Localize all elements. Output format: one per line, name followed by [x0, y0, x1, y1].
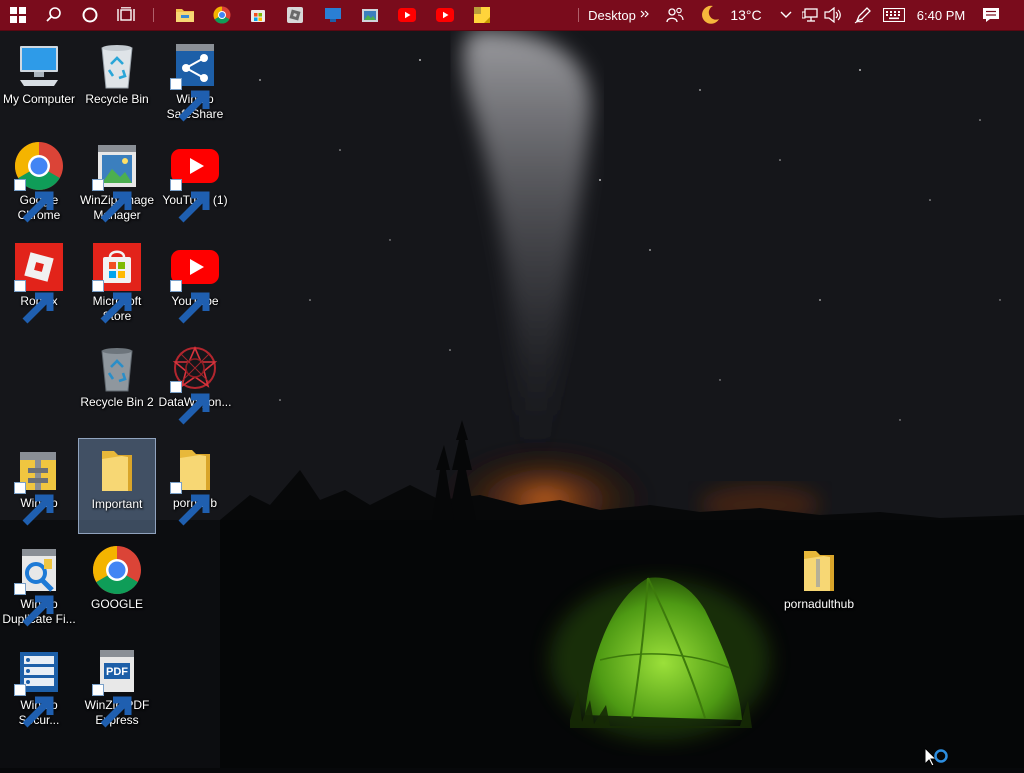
double-chevron-right-icon: [640, 10, 649, 18]
toolbar-expand-button[interactable]: [638, 0, 652, 30]
chevron-down-icon: [780, 11, 792, 18]
desktop-icon-label: GOOGLE: [90, 597, 143, 611]
speaker-icon: [824, 7, 841, 23]
shortcut-arrow-icon: [14, 583, 54, 627]
taskbar-remote-desktop[interactable]: [318, 0, 348, 30]
desktop-icon-recycle-bin[interactable]: Recycle Bin: [78, 34, 156, 130]
taskbar-image-manager[interactable]: [355, 0, 385, 30]
desktop-icon-label: pornadulthub: [783, 597, 855, 611]
folder-icon: [176, 9, 194, 22]
desktop-icon-my-computer[interactable]: My Computer: [0, 34, 78, 130]
taskbar-file-explorer[interactable]: [170, 0, 200, 30]
desktop-toolbar-label[interactable]: Desktop: [586, 0, 638, 30]
task-view-button[interactable]: [110, 0, 142, 30]
youtube-icon: [436, 8, 454, 22]
shortcut-arrow-icon: [14, 684, 54, 728]
pen-icon: [854, 7, 871, 24]
moon-icon: [702, 5, 719, 24]
shortcut-arrow-icon: [14, 280, 54, 324]
taskbar-separator: [153, 8, 154, 22]
desktop-icon-label: Recycle Bin: [85, 92, 149, 106]
svg-text:PDF: PDF: [106, 666, 128, 678]
weather-button[interactable]: [696, 0, 724, 30]
recycle-bin-icon: [101, 45, 133, 89]
desktop-icon-datawagon[interactable]: DataWagon...: [156, 337, 234, 433]
shortcut-arrow-icon: [170, 179, 210, 223]
shortcut-arrow-icon: [92, 684, 132, 728]
desktop-icon-roblox[interactable]: Roblox: [0, 236, 78, 332]
start-button[interactable]: [2, 0, 34, 30]
shortcut-arrow-icon: [170, 280, 210, 324]
taskbar-youtube-1[interactable]: [392, 0, 422, 30]
shortcut-arrow-icon: [14, 482, 54, 526]
desktop-icon-pornhub-folder[interactable]: pornhub: [156, 438, 234, 534]
desktop-icon-google-chrome[interactable]: Google Chrome: [0, 135, 78, 231]
store-icon: [251, 10, 265, 22]
weather-temperature[interactable]: 13°C: [726, 0, 766, 30]
desktop-icon-important-folder[interactable]: Important: [78, 438, 156, 534]
clock[interactable]: 6:40 PM: [912, 0, 970, 30]
keyboard-icon: [883, 8, 905, 22]
search-button[interactable]: [38, 0, 70, 30]
network-icon: [802, 8, 818, 22]
people-button[interactable]: [662, 0, 688, 30]
desktop-icon-youtube[interactable]: YouTube: [156, 236, 234, 332]
volume-button[interactable]: [822, 0, 844, 30]
taskbar-sticky-notes[interactable]: [467, 0, 497, 30]
windows-icon: [10, 7, 26, 23]
desktop-icon-winzip-duplicate-finder[interactable]: WinZip Duplicate Fi...: [0, 539, 78, 635]
pen-workspace-button[interactable]: [850, 0, 876, 30]
show-hidden-icons-button[interactable]: [776, 0, 796, 30]
sticky-notes-icon: [474, 7, 490, 23]
shortcut-arrow-icon: [92, 179, 132, 223]
people-icon: [666, 7, 684, 23]
shortcut-arrow-icon: [14, 179, 54, 223]
shortcut-arrow-icon: [170, 78, 210, 122]
desktop-icon-winzip[interactable]: WinZip: [0, 438, 78, 534]
cortana-circle-icon: [82, 7, 98, 23]
shortcut-arrow-icon: [92, 280, 132, 324]
task-view-icon: [117, 7, 135, 21]
computer-icon: [20, 46, 58, 86]
desktop-icon-label: My Computer: [2, 92, 76, 106]
chrome-icon: [92, 546, 141, 595]
taskbar-store[interactable]: [243, 0, 273, 30]
recycle-bin-icon: [101, 348, 133, 392]
roblox-icon: [287, 7, 303, 23]
desktop-icon-winzip-safeshare[interactable]: WinZip SafeShare: [156, 34, 234, 130]
shortcut-arrow-icon: [170, 381, 210, 425]
shortcut-arrow-icon: [170, 482, 210, 526]
desktop-icon-winzip-pdf-express[interactable]: PDF WinZip PDF Express: [78, 640, 156, 736]
taskbar-youtube-2[interactable]: [430, 0, 460, 30]
taskbar-chrome[interactable]: [207, 0, 237, 30]
cursor-busy-icon: [924, 746, 948, 767]
desktop-icon-winzip-secure[interactable]: WinZip Secur...: [0, 640, 78, 736]
desktop-icon-winzip-image-manager[interactable]: WinZip Image Manager: [78, 135, 156, 231]
notifications-icon: [983, 8, 999, 22]
desktop-icon-recycle-bin-2[interactable]: Recycle Bin 2: [78, 337, 156, 433]
monitor-app-icon: [325, 8, 341, 22]
zipped-folder-icon: [804, 551, 834, 591]
taskbar: Desktop 13°C 6:40 PM: [0, 0, 1024, 31]
folder-icon: [102, 451, 132, 491]
desktop-icon-microsoft-store[interactable]: Microsoft Store: [78, 236, 156, 332]
network-button[interactable]: [800, 0, 822, 30]
desktop-icon-youtube-1[interactable]: YouTube (1): [156, 135, 234, 231]
desktop-icon-label: Recycle Bin 2: [80, 395, 154, 409]
image-manager-icon: [362, 9, 378, 22]
touch-keyboard-button[interactable]: [880, 0, 908, 30]
desktop-icon-label: Important: [91, 497, 143, 511]
youtube-icon: [398, 8, 416, 22]
desktop-icon-pornadulthub-folder[interactable]: pornadulthub: [779, 539, 859, 635]
search-icon: [46, 7, 61, 22]
chrome-icon: [213, 6, 231, 24]
busy-cursor: [924, 746, 949, 773]
taskbar-separator: [578, 8, 579, 22]
cortana-button[interactable]: [74, 0, 106, 30]
desktop-icon-google[interactable]: GOOGLE: [78, 539, 156, 635]
taskbar-roblox[interactable]: [280, 0, 310, 30]
action-center-button[interactable]: [978, 0, 1004, 30]
